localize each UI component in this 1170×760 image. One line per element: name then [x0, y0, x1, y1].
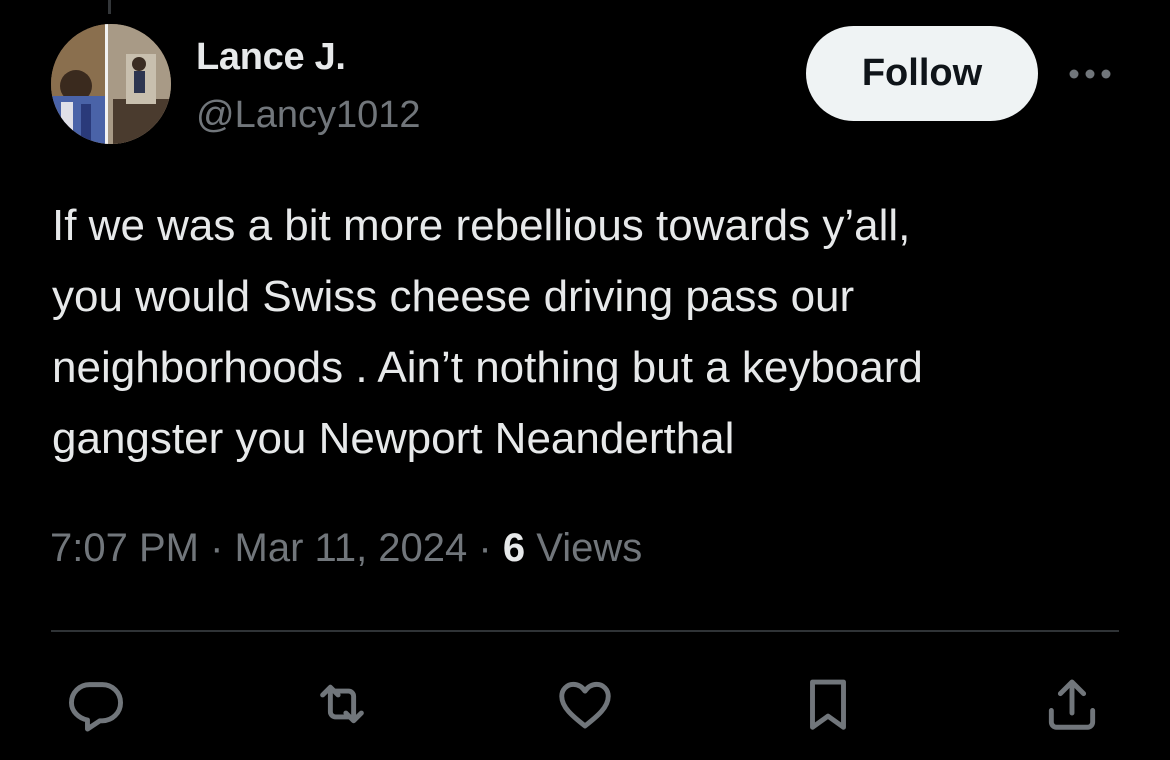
views-label: Views [536, 526, 643, 570]
views-count: 6 [502, 526, 526, 570]
tweet-date[interactable]: Mar 11, 2024 [235, 526, 468, 570]
retweet-icon [320, 684, 364, 724]
tweet-time[interactable]: 7:07 PM [50, 526, 199, 570]
retweet-button[interactable] [310, 672, 374, 736]
like-icon [559, 681, 611, 729]
more-horizontal-icon [1069, 69, 1111, 79]
meta-separator: · [478, 526, 492, 570]
display-name[interactable]: Lance J. [196, 36, 346, 79]
user-handle[interactable]: @Lancy1012 [196, 94, 421, 137]
tweet-text: If we was a bit more rebellious towards … [52, 190, 1142, 474]
thread-connector-line [108, 0, 111, 14]
meta-separator: · [210, 526, 224, 570]
tweet-text-line: neighborhoods . Ain’t nothing but a keyb… [52, 343, 923, 392]
tweet-text-line: you would Swiss cheese driving pass our [52, 272, 855, 321]
like-button[interactable] [553, 672, 617, 736]
bookmark-icon [810, 679, 846, 730]
avatar[interactable] [51, 24, 171, 144]
reply-icon [69, 682, 123, 732]
share-button[interactable] [1040, 672, 1104, 736]
follow-button[interactable]: Follow [806, 26, 1038, 121]
reply-button[interactable] [64, 672, 128, 736]
tweet-text-line: If we was a bit more rebellious towards … [52, 201, 911, 250]
share-icon [1048, 679, 1096, 730]
avatar-photo [51, 24, 171, 144]
divider [51, 630, 1119, 632]
bookmark-button[interactable] [796, 672, 860, 736]
more-options-button[interactable] [1064, 54, 1116, 94]
tweet-meta: 7:07 PM · Mar 11, 2024 · 6 Views [50, 526, 642, 571]
tweet-text-line: gangster you Newport Neanderthal [52, 414, 735, 463]
